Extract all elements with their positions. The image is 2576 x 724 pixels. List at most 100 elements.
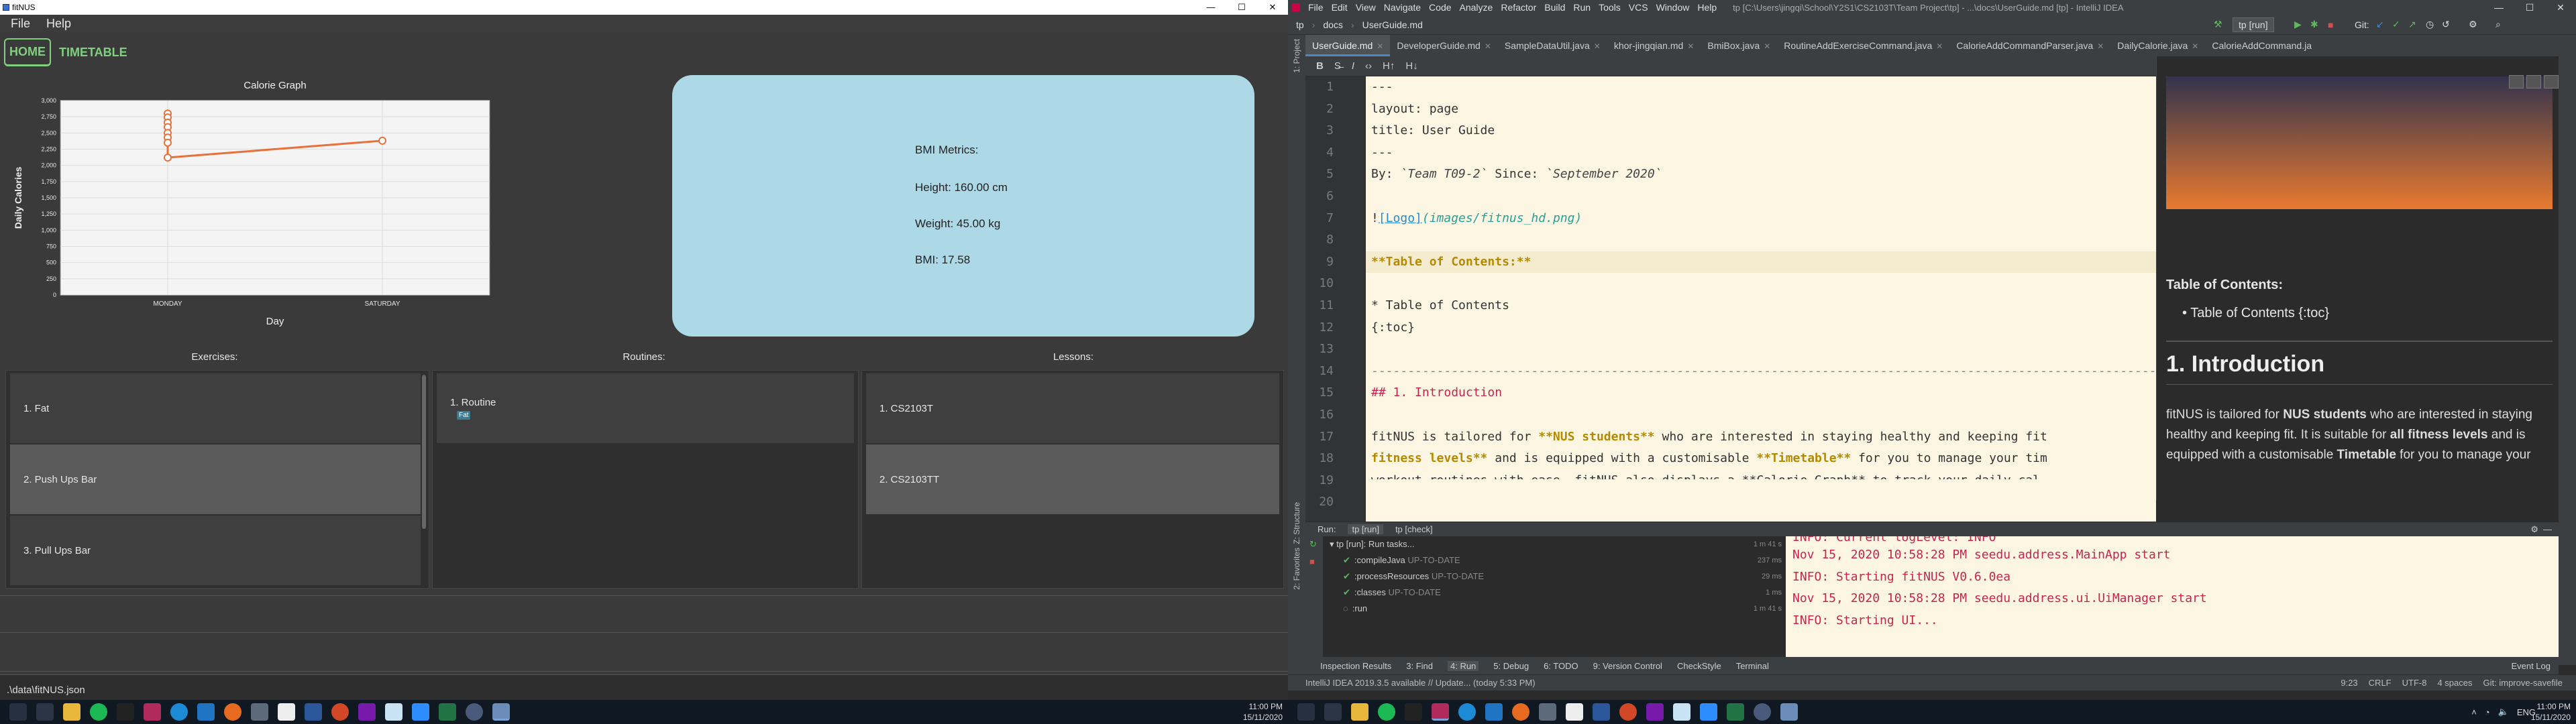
app-icon[interactable] [1539, 703, 1556, 721]
intellij-icon[interactable] [144, 703, 161, 721]
tool-tab[interactable]: CheckStyle [1677, 661, 1721, 671]
stop-icon[interactable]: ■ [2328, 19, 2333, 30]
terminal-icon[interactable] [117, 703, 134, 721]
indent-setting[interactable]: 4 spaces [2437, 678, 2472, 688]
close-icon[interactable]: ✕ [1687, 42, 1694, 51]
preview-only-icon[interactable] [2544, 75, 2559, 88]
vscode-icon[interactable] [1485, 703, 1503, 721]
git-commit-icon[interactable]: ✓ [2392, 19, 2400, 30]
menu-run[interactable]: Run [1573, 2, 1591, 13]
vscode-icon[interactable] [197, 703, 215, 721]
close-icon[interactable]: ✕ [1764, 42, 1770, 51]
italic-icon[interactable]: I [1352, 60, 1354, 72]
command-input[interactable] [0, 595, 1288, 633]
close-icon[interactable]: ✕ [2192, 42, 2198, 51]
spotify-icon[interactable] [90, 703, 107, 721]
structure-tool-tab[interactable]: Z: Structure [1292, 502, 1301, 544]
tool-tab[interactable]: 4: Run [1447, 660, 1479, 671]
build-hammer-icon[interactable]: ⚒ [2214, 19, 2222, 30]
breadcrumb-folder[interactable]: docs [1323, 19, 1343, 30]
chrome-icon[interactable] [466, 703, 483, 721]
task-row[interactable]: ✔:classes UP-TO-DATE 1 ms [1323, 585, 1786, 601]
menu-edit[interactable]: Edit [1332, 2, 1348, 13]
editor-tab[interactable]: SampleDataUtil.java ✕ [1498, 35, 1607, 56]
java-app-icon[interactable] [492, 703, 510, 721]
update-notice[interactable]: IntelliJ IDEA 2019.3.5 available // Upda… [1305, 678, 1536, 688]
menu-vcs[interactable]: VCS [1629, 2, 1648, 13]
editor-tab[interactable]: BmiBox.java ✕ [1701, 35, 1777, 56]
git-update-icon[interactable]: ↙ [2376, 19, 2384, 30]
stop-icon[interactable]: ■ [1309, 556, 1323, 566]
editor-only-icon[interactable] [2509, 75, 2524, 88]
minimize-button[interactable]: — [2483, 0, 2514, 15]
git-branch[interactable]: Git: improve-savefile [2483, 678, 2563, 688]
list-item[interactable]: 2. Push Ups Bar [10, 444, 421, 514]
menu-navigate[interactable]: Navigate [1384, 2, 1421, 13]
rollback-icon[interactable]: ↺ [2442, 19, 2450, 30]
run-tab[interactable]: tp [run] [1348, 524, 1383, 534]
settings-icon[interactable]: ⚙ [2530, 524, 2538, 535]
task-view-icon[interactable] [1324, 703, 1342, 721]
telegram-icon[interactable] [1458, 703, 1476, 721]
menu-file[interactable]: File [1308, 2, 1324, 13]
tool-tab[interactable]: 3: Find [1406, 661, 1433, 671]
tool-tab[interactable]: Event Log [2511, 661, 2551, 671]
breadcrumb-project[interactable]: tp [1296, 19, 1304, 30]
debug-icon[interactable]: ✱ [2310, 19, 2318, 30]
list-item[interactable]: 3. Pull Ups Bar [10, 516, 421, 585]
favorites-tool-tab[interactable]: 2: Favorites [1292, 548, 1301, 590]
editor-tab[interactable]: UserGuide.md ✕ [1305, 35, 1391, 56]
java-app-icon[interactable] [1780, 703, 1798, 721]
menu-help[interactable]: Help [1697, 2, 1717, 13]
menu-tools[interactable]: Tools [1599, 2, 1621, 13]
powerpoint-icon[interactable] [1619, 703, 1637, 721]
close-icon[interactable]: ✕ [2097, 42, 2104, 51]
header-icon[interactable]: H↑ [1383, 60, 1395, 72]
menu-window[interactable]: Window [1656, 2, 1690, 13]
run-config-select[interactable]: tp [run] [2233, 17, 2274, 32]
volume-icon[interactable]: 🔈 [2498, 707, 2509, 717]
close-icon[interactable]: ✕ [1594, 42, 1601, 51]
menu-view[interactable]: View [1356, 2, 1376, 13]
breadcrumb-file[interactable]: UserGuide.md [1362, 19, 1423, 30]
settings-icon[interactable]: ⚙ [2469, 19, 2477, 30]
menu-help[interactable]: Help [46, 17, 71, 31]
telegram-icon[interactable] [170, 703, 188, 721]
app-icon[interactable] [251, 703, 268, 721]
tab-timetable[interactable]: TIMETABLE [55, 40, 131, 65]
minimize-button[interactable]: — [1195, 0, 1226, 15]
menu-build[interactable]: Build [1544, 2, 1565, 13]
notion-icon[interactable] [278, 703, 295, 721]
run-console[interactable]: INFO: Current logLevel: INFO Nov 15, 202… [1786, 536, 2559, 657]
git-push-icon[interactable]: ↗ [2408, 19, 2416, 30]
editor-tab[interactable]: CalorieAddCommandParser.java ✕ [1949, 35, 2110, 56]
maximize-button[interactable]: ☐ [2514, 0, 2545, 15]
file-explorer-icon[interactable] [1351, 703, 1368, 721]
minimize-panel-icon[interactable]: — [2543, 524, 2552, 534]
bold-icon[interactable]: B [1316, 60, 1324, 72]
cursor-position[interactable]: 9:23 [2341, 678, 2357, 688]
header-down-icon[interactable]: H↓ [1405, 60, 1417, 72]
spotify-icon[interactable] [1378, 703, 1395, 721]
rerun-icon[interactable]: ↻ [1309, 539, 1323, 550]
powerpoint-icon[interactable] [331, 703, 349, 721]
tool-tab[interactable]: Inspection Results [1320, 661, 1391, 671]
onenote-icon[interactable] [1646, 703, 1664, 721]
clock-left[interactable]: 11:00 PM 15/11/2020 [1243, 701, 1283, 723]
intellij-icon[interactable] [1432, 703, 1449, 721]
editor-tab[interactable]: DeveloperGuide.md ✕ [1390, 35, 1498, 56]
list-item[interactable]: 2. CS2103TT [866, 444, 1279, 514]
start-icon[interactable] [9, 703, 27, 721]
firefox-icon[interactable] [1512, 703, 1529, 721]
tool-tab[interactable]: 5: Debug [1493, 661, 1529, 671]
history-icon[interactable]: ◷ [2426, 19, 2434, 30]
close-icon[interactable]: ✕ [1485, 42, 1491, 51]
project-tool-tab[interactable]: 1: Project [1292, 39, 1301, 73]
run-icon[interactable]: ▶ [2294, 19, 2302, 30]
close-icon[interactable]: ✕ [1936, 42, 1943, 51]
calendar-icon[interactable] [385, 703, 402, 721]
notion-icon[interactable] [1566, 703, 1583, 721]
clock-right[interactable]: 11:00 PM 15/11/2020 [2531, 701, 2571, 723]
excel-icon[interactable] [439, 703, 456, 721]
code-editor[interactable]: --- layout: page title: User Guide --- B… [1366, 76, 2156, 522]
